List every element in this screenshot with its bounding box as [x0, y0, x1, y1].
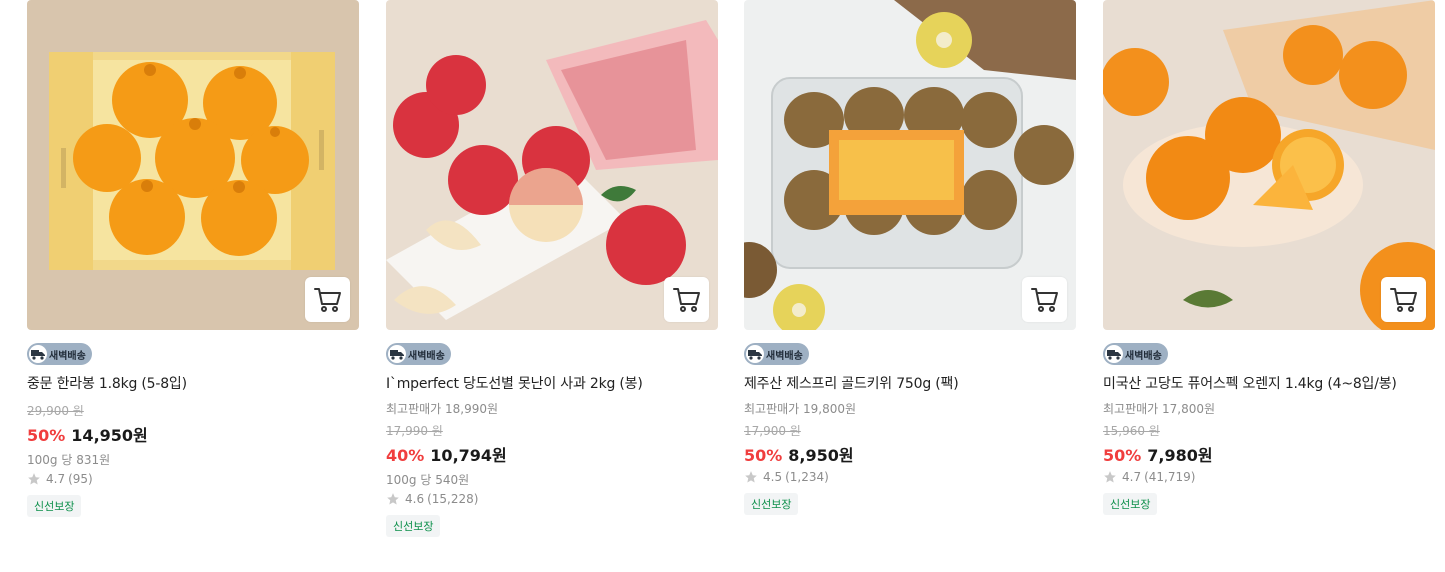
product-name[interactable]: I`mperfect 당도선별 못난이 사과 2kg (봉) — [386, 373, 718, 393]
original-price: 15,960 원 — [1103, 424, 1160, 438]
price-row: 50% 14,950원 — [27, 422, 359, 446]
product-image[interactable] — [744, 0, 1076, 330]
cart-icon — [1389, 287, 1417, 312]
discount-rate: 50% — [1103, 446, 1142, 465]
star-icon — [745, 471, 757, 483]
product-image[interactable] — [386, 0, 718, 330]
truck-icon — [29, 345, 47, 363]
rating-score: 4.7 — [46, 472, 66, 486]
rating: 4.7 (41,719) — [1103, 470, 1435, 484]
product-image[interactable] — [27, 0, 359, 330]
fresh-guarantee-tag: 신선보장 — [386, 515, 441, 537]
cart-icon — [672, 287, 700, 312]
price-row: 50% 8,950원 — [744, 442, 1076, 466]
price-row: 50% 7,980원 — [1103, 442, 1435, 466]
add-to-cart-button[interactable] — [664, 277, 709, 322]
review-count: (41,719) — [1144, 470, 1196, 484]
truck-icon — [1105, 345, 1123, 363]
product-card[interactable]: 새벽배송 제주산 제스프리 골드키위 750g (팩) 최고판매가 19,800… — [744, 0, 1076, 515]
product-name[interactable]: 중문 한라봉 1.8kg (5-8입) — [27, 373, 359, 393]
rating: 4.7 (95) — [27, 472, 359, 486]
review-count: (1,234) — [785, 470, 829, 484]
product-image[interactable] — [1103, 0, 1435, 330]
dawn-delivery-badge: 새벽배송 — [744, 343, 809, 365]
product-card[interactable]: 새벽배송 중문 한라봉 1.8kg (5-8입) 29,900 원 50% 14… — [27, 0, 359, 517]
sale-price: 14,950원 — [71, 426, 148, 445]
discount-rate: 40% — [386, 446, 425, 465]
unit-price: 100g 당 831원 — [27, 453, 111, 467]
fresh-guarantee-tag: 신선보장 — [744, 493, 799, 515]
add-to-cart-button[interactable] — [1022, 277, 1067, 322]
unit-price: 100g 당 540원 — [386, 473, 470, 487]
original-price: 17,990 원 — [386, 424, 443, 438]
fresh-guarantee-tag: 신선보장 — [1103, 493, 1158, 515]
cart-icon — [313, 287, 341, 312]
cart-icon — [1030, 287, 1058, 312]
rating: 4.5 (1,234) — [744, 470, 1076, 484]
product-name[interactable]: 미국산 고당도 퓨어스펙 오렌지 1.4kg (4~8입/봉) — [1103, 373, 1435, 393]
badge-label: 새벽배송 — [49, 350, 86, 362]
review-count: (95) — [68, 472, 93, 486]
sale-price: 10,794원 — [430, 446, 507, 465]
dawn-delivery-badge: 새벽배송 — [1103, 343, 1168, 365]
dawn-delivery-badge: 새벽배송 — [386, 343, 451, 365]
product-card[interactable]: 새벽배송 미국산 고당도 퓨어스펙 오렌지 1.4kg (4~8입/봉) 최고판… — [1103, 0, 1435, 515]
review-count: (15,228) — [427, 492, 479, 506]
add-to-cart-button[interactable] — [1381, 277, 1426, 322]
product-name[interactable]: 제주산 제스프리 골드키위 750g (팩) — [744, 373, 1076, 393]
original-price: 17,900 원 — [744, 424, 801, 438]
add-to-cart-button[interactable] — [305, 277, 350, 322]
badge-label: 새벽배송 — [1125, 350, 1162, 362]
price-row: 40% 10,794원 — [386, 442, 718, 466]
sale-price: 8,950원 — [788, 446, 854, 465]
badge-label: 새벽배송 — [766, 350, 803, 362]
best-price: 최고판매가 17,800원 — [1103, 402, 1216, 416]
truck-icon — [746, 345, 764, 363]
star-icon — [28, 473, 40, 485]
best-price: 최고판매가 18,990원 — [386, 402, 499, 416]
dawn-delivery-badge: 새벽배송 — [27, 343, 92, 365]
badge-label: 새벽배송 — [408, 350, 445, 362]
star-icon — [387, 493, 399, 505]
discount-rate: 50% — [744, 446, 783, 465]
rating-score: 4.6 — [405, 492, 425, 506]
best-price: 최고판매가 19,800원 — [744, 402, 857, 416]
rating-score: 4.5 — [763, 470, 783, 484]
discount-rate: 50% — [27, 426, 66, 445]
sale-price: 7,980원 — [1147, 446, 1213, 465]
rating: 4.6 (15,228) — [386, 492, 718, 506]
original-price: 29,900 원 — [27, 404, 84, 418]
product-card[interactable]: 새벽배송 I`mperfect 당도선별 못난이 사과 2kg (봉) 최고판매… — [386, 0, 718, 537]
truck-icon — [388, 345, 406, 363]
rating-score: 4.7 — [1122, 470, 1142, 484]
fresh-guarantee-tag: 신선보장 — [27, 495, 82, 517]
star-icon — [1104, 471, 1116, 483]
